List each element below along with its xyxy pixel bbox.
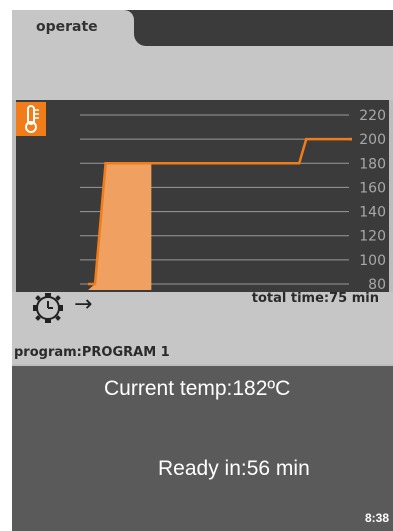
thermometer-icon xyxy=(16,102,46,136)
y-tick-label: 80 xyxy=(368,277,386,292)
ready-in: Ready in:56 min xyxy=(158,457,310,480)
program-name: program:PROGRAM 1 xyxy=(14,345,170,360)
y-tick-label: 160 xyxy=(359,180,386,196)
current-temp: Current temp:182ºC xyxy=(104,377,291,400)
temperature-chart-svg: 80 100 120 140 160 180 200 220 xyxy=(16,100,389,292)
temperature-chart: 80 100 120 140 160 180 200 220 xyxy=(16,100,389,292)
tab-operate[interactable]: operate xyxy=(12,10,134,46)
chart-background xyxy=(16,100,389,292)
y-tick-label: 220 xyxy=(359,108,386,124)
y-tick-label: 120 xyxy=(359,229,386,245)
clock-time: 8:38 xyxy=(364,511,389,525)
tab-operate-label: operate xyxy=(36,19,98,35)
y-tick-label: 200 xyxy=(359,132,386,148)
total-time: total time:75 min xyxy=(251,291,379,306)
oven-display: operate 80 100 120 140 160 180 200 220 →… xyxy=(12,10,393,531)
tab-bar: operate xyxy=(12,10,393,46)
y-tick-label: 180 xyxy=(359,156,386,172)
y-tick-label: 140 xyxy=(359,205,386,221)
arrow-right-icon: → xyxy=(74,292,93,317)
clock-gear-icon[interactable] xyxy=(28,287,68,327)
y-tick-label: 100 xyxy=(359,253,386,269)
content-top xyxy=(12,46,393,100)
tab-notch xyxy=(134,34,152,46)
